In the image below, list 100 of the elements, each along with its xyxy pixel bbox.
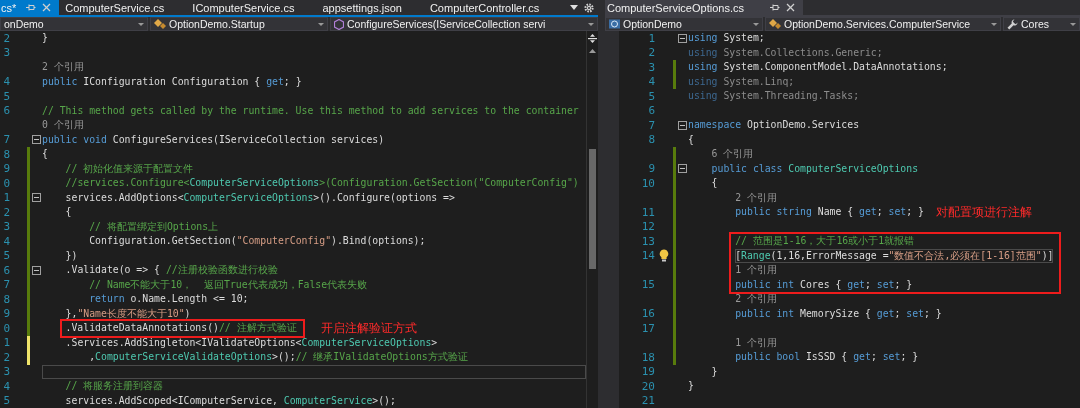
line-number: 16 (640, 307, 655, 321)
diamond-icon (154, 19, 166, 29)
code-line: public IConfiguration Configuration { get; } (42, 74, 302, 89)
document-tab[interactable]: appsettings.json (316, 0, 424, 15)
line-number: 10 (640, 176, 655, 190)
line-number: 4 (647, 75, 655, 89)
code-line: services.AddScoped<IComputerService, ComputerService>(); (64, 393, 396, 408)
close-icon[interactable] (785, 3, 795, 12)
line-number: 3 (2, 365, 10, 379)
pin-icon[interactable] (26, 3, 37, 12)
navigation-dropdown[interactable]: Cores (1003, 17, 1080, 31)
line-number: 3 (2, 46, 10, 60)
collapse-icon[interactable] (32, 265, 41, 275)
document-tab[interactable]: ComputerService.cs (59, 0, 187, 15)
line-number: 2 (647, 46, 655, 60)
settings-icon[interactable] (584, 2, 594, 13)
code-line: .Validate(o => { //注册校验函数进行校验 (64, 263, 278, 277)
close-icon[interactable] (42, 3, 52, 12)
navigation-dropdown[interactable]: OptionDemo.Services.ComputerService (765, 17, 1001, 31)
caret-icon (991, 22, 997, 26)
code-line: public int MemorySize { get; set; } (734, 306, 942, 321)
line-number: 3 (2, 220, 10, 234)
collapse-icon[interactable] (32, 135, 41, 145)
code-line: using System; (688, 31, 765, 45)
caret-icon (1070, 22, 1076, 26)
wrench-icon (1007, 18, 1018, 30)
navigation-dropdown[interactable]: ConfigureServices(IServiceCollection servi (330, 17, 598, 31)
code-line: public class ComputerServiceOptions (710, 161, 919, 176)
document-tab[interactable]: IComputerService.cs (186, 0, 317, 15)
scrollbar[interactable] (586, 31, 598, 408)
code-line: public bool IsSSD { get; set; } (734, 350, 919, 364)
line-number: 1 (2, 191, 10, 205)
reference-count[interactable]: 2 个引用 (688, 190, 777, 205)
caret-icon[interactable] (570, 5, 578, 10)
line-number: 9 (2, 307, 10, 321)
line-number: 8 (647, 133, 655, 147)
line-number: 11 (640, 205, 655, 219)
code-line: using System.Linq; (688, 74, 795, 89)
document-tab[interactable]: ComputerServiceOptions.cs (605, 0, 803, 15)
up-arrow-icon[interactable] (589, 49, 596, 53)
code-line: } (42, 31, 48, 45)
code-line: ,ComputerServiceValidateOptions>();// 继承IValidateOptions方式验证 (88, 350, 468, 364)
collapse-icon[interactable] (678, 33, 687, 43)
code-line: .Services.AddSingleton<IValidateOptions<ComputerServiceOptions> (64, 335, 438, 350)
reference-count[interactable]: 2 个引用 (42, 60, 84, 75)
code-line: { (710, 176, 718, 190)
lightbulb-icon[interactable] (659, 249, 669, 263)
reference-count[interactable]: 6 个引用 (688, 147, 754, 162)
line-number: 9 (2, 162, 10, 176)
line-number: 12 (640, 220, 655, 234)
line-number: 7 (2, 133, 10, 147)
code-line: using System.Threading.Tasks; (688, 89, 860, 103)
splitter-icon[interactable] (588, 34, 597, 43)
line-number: 18 (640, 350, 655, 364)
pin-icon[interactable] (769, 3, 780, 12)
cube-icon (334, 18, 344, 30)
line-number: 6 (647, 104, 655, 118)
navigation-dropdown[interactable]: onDemo (0, 17, 148, 31)
navigation-dropdown[interactable]: OptionDemo.Startup (150, 17, 328, 31)
reference-count[interactable]: 2 个引用 (688, 292, 777, 307)
line-number: 5 (647, 89, 655, 103)
navigation-dropdown[interactable]: OptionDemo (605, 17, 763, 31)
document-tab[interactable]: cs* (0, 0, 60, 15)
code-line: public int Cores { get; set; } (735, 277, 913, 292)
caret-icon (753, 22, 759, 26)
code-line: { (42, 147, 48, 161)
collapse-icon[interactable] (32, 193, 41, 203)
code-line: services.AddOptions<ComputerServiceOptions>().Configure(options => (64, 190, 455, 205)
line-number: 4 (2, 234, 10, 248)
line-number: 17 (640, 321, 655, 335)
line-number: 2 (2, 205, 10, 219)
code-line: // 范围是1-16，大于16或小于1就报错 (735, 234, 915, 248)
line-number: 15 (640, 278, 655, 292)
code-line: using System.ComponentModel.DataAnnotations; (688, 60, 948, 74)
line-number: 13 (640, 234, 655, 248)
scroll-thumb[interactable] (589, 149, 596, 269)
collapse-icon[interactable] (678, 120, 687, 130)
reference-count[interactable]: 1 个引用 (735, 263, 777, 278)
reference-count[interactable]: 1 个引用 (688, 335, 777, 350)
reference-count[interactable]: 0 个引用 (42, 118, 84, 133)
code-line: Configuration.GetSection("ComputerConfig").Bind(options); (88, 234, 426, 248)
code-line: // 初始化值来源于配置文件 (64, 161, 194, 176)
code-line: return o.Name.Length <= 10; (88, 292, 249, 306)
line-number: 9 (647, 162, 655, 176)
code-line: // Name不能大于10， 返回True代表成功，False代表失败 (88, 277, 368, 292)
line-number: 4 (2, 75, 10, 89)
line-number: 7 (647, 118, 655, 132)
line-number: 8 (2, 147, 10, 161)
annotation-note: 对配置项进行注解 (935, 205, 1032, 220)
document-tab[interactable]: ComputerController.cs (423, 0, 562, 15)
line-number: 1 (2, 336, 10, 350)
code-line: },"Name长度不能大于10") (64, 306, 191, 321)
project-icon (609, 19, 620, 29)
line-number: 2 (2, 31, 10, 45)
code-line: // 将服务注册到容器 (64, 379, 164, 393)
collapse-icon[interactable] (678, 164, 687, 174)
line-number: 6 (2, 104, 10, 118)
line-number: 3 (647, 60, 655, 74)
diamond-icon (769, 19, 781, 29)
code-line: [Range(1,16,ErrorMessage ="数值不合法,必须在[1-16]范围")] (735, 248, 1054, 263)
